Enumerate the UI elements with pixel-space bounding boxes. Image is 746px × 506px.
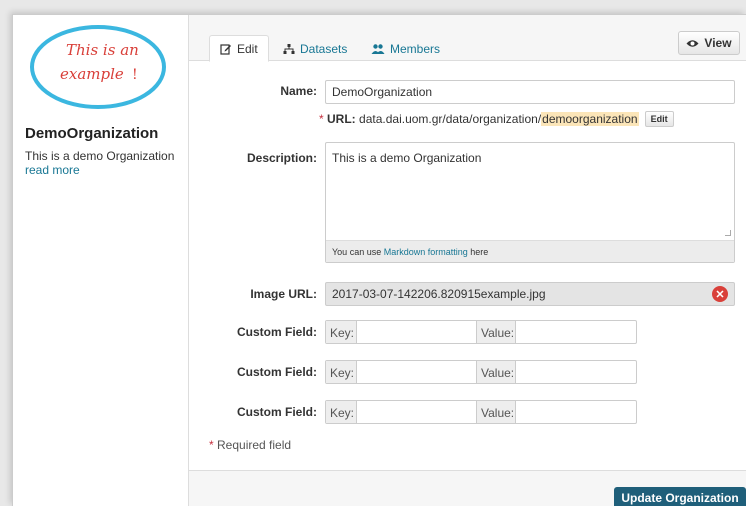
url-label: URL: [327, 112, 356, 126]
url-base: data.dai.uom.gr/data/organization/ [359, 112, 542, 126]
read-more-link[interactable]: read more [25, 163, 80, 177]
tab-members[interactable]: Members [361, 35, 450, 62]
custom-field-label: Custom Field: [237, 405, 317, 419]
custom-field-row: Custom Field: Key: Value: [189, 320, 746, 344]
form-footer: Update Organization [189, 470, 746, 506]
custom-key-input[interactable] [357, 361, 476, 383]
description-textarea[interactable]: This is a demo Organization You can use … [325, 142, 735, 263]
custom-field-row: Custom Field: Key: Value: [189, 400, 746, 424]
custom-value-input[interactable] [516, 361, 636, 383]
required-note: * Required field [209, 438, 292, 452]
description-text: This is a demo Organization [332, 151, 482, 165]
markdown-help: You can use Markdown formatting here [326, 240, 734, 262]
custom-field-group: Key: Value: [325, 400, 637, 424]
custom-value-input[interactable] [516, 401, 636, 423]
main-content: Edit Datasets Members View Name: DemoOrg… [188, 15, 746, 506]
sidebar: This is an example ! DemoOrganization Th… [13, 15, 188, 506]
value-addon: Value: [476, 361, 516, 383]
sitemap-icon [283, 43, 295, 54]
tab-datasets-label: Datasets [300, 41, 348, 56]
custom-key-input[interactable] [357, 321, 476, 343]
custom-value-input[interactable] [516, 321, 636, 343]
key-addon: Key: [326, 401, 357, 423]
logo-text-line2: example [60, 65, 124, 83]
markdown-link[interactable]: Markdown formatting [384, 247, 468, 257]
image-url-input[interactable]: 2017-03-07-142206.820915example.jpg ✕ [325, 282, 735, 306]
org-description: This is a demo Organization [25, 149, 175, 163]
svg-text:!: ! [132, 67, 138, 83]
custom-field-group: Key: Value: [325, 360, 637, 384]
custom-field-row: Custom Field: Key: Value: [189, 360, 746, 384]
pencil-square-icon [220, 43, 231, 55]
value-addon: Value: [476, 401, 516, 423]
view-button-label: View [704, 36, 732, 50]
tab-edit-label: Edit [237, 41, 258, 56]
url-line: * URL: data.dai.uom.gr/data/organization… [319, 111, 674, 127]
key-addon: Key: [326, 321, 357, 343]
custom-field-label: Custom Field: [237, 325, 317, 339]
eye-icon [686, 39, 699, 47]
update-organization-button[interactable]: Update Organization [614, 487, 746, 506]
remove-image-icon[interactable]: ✕ [712, 286, 728, 302]
logo-text-line1: This is an [66, 41, 139, 59]
image-url-value: 2017-03-07-142206.820915example.jpg [332, 287, 546, 301]
value-addon: Value: [476, 321, 516, 343]
org-title: DemoOrganization [25, 125, 159, 142]
tab-datasets[interactable]: Datasets [273, 35, 357, 62]
name-label: Name: [280, 84, 317, 98]
description-label: Description: [246, 151, 317, 165]
tab-edit[interactable]: Edit [209, 35, 269, 62]
custom-field-group: Key: Value: [325, 320, 637, 344]
organization-logo: This is an example ! [30, 25, 166, 109]
url-slug: demoorganization [541, 112, 639, 126]
name-input[interactable] [325, 80, 735, 104]
tab-members-label: Members [390, 41, 441, 56]
url-edit-button[interactable]: Edit [644, 111, 674, 127]
key-addon: Key: [326, 361, 357, 383]
resize-handle[interactable] [725, 230, 731, 236]
tab-bar: Edit Datasets Members View [189, 15, 746, 62]
custom-field-label: Custom Field: [237, 365, 317, 379]
view-button[interactable]: View [678, 31, 740, 55]
custom-key-input[interactable] [357, 401, 476, 423]
page-frame: This is an example ! DemoOrganization Th… [12, 14, 746, 506]
users-icon [371, 43, 385, 54]
image-url-label: Image URL: [250, 287, 317, 301]
